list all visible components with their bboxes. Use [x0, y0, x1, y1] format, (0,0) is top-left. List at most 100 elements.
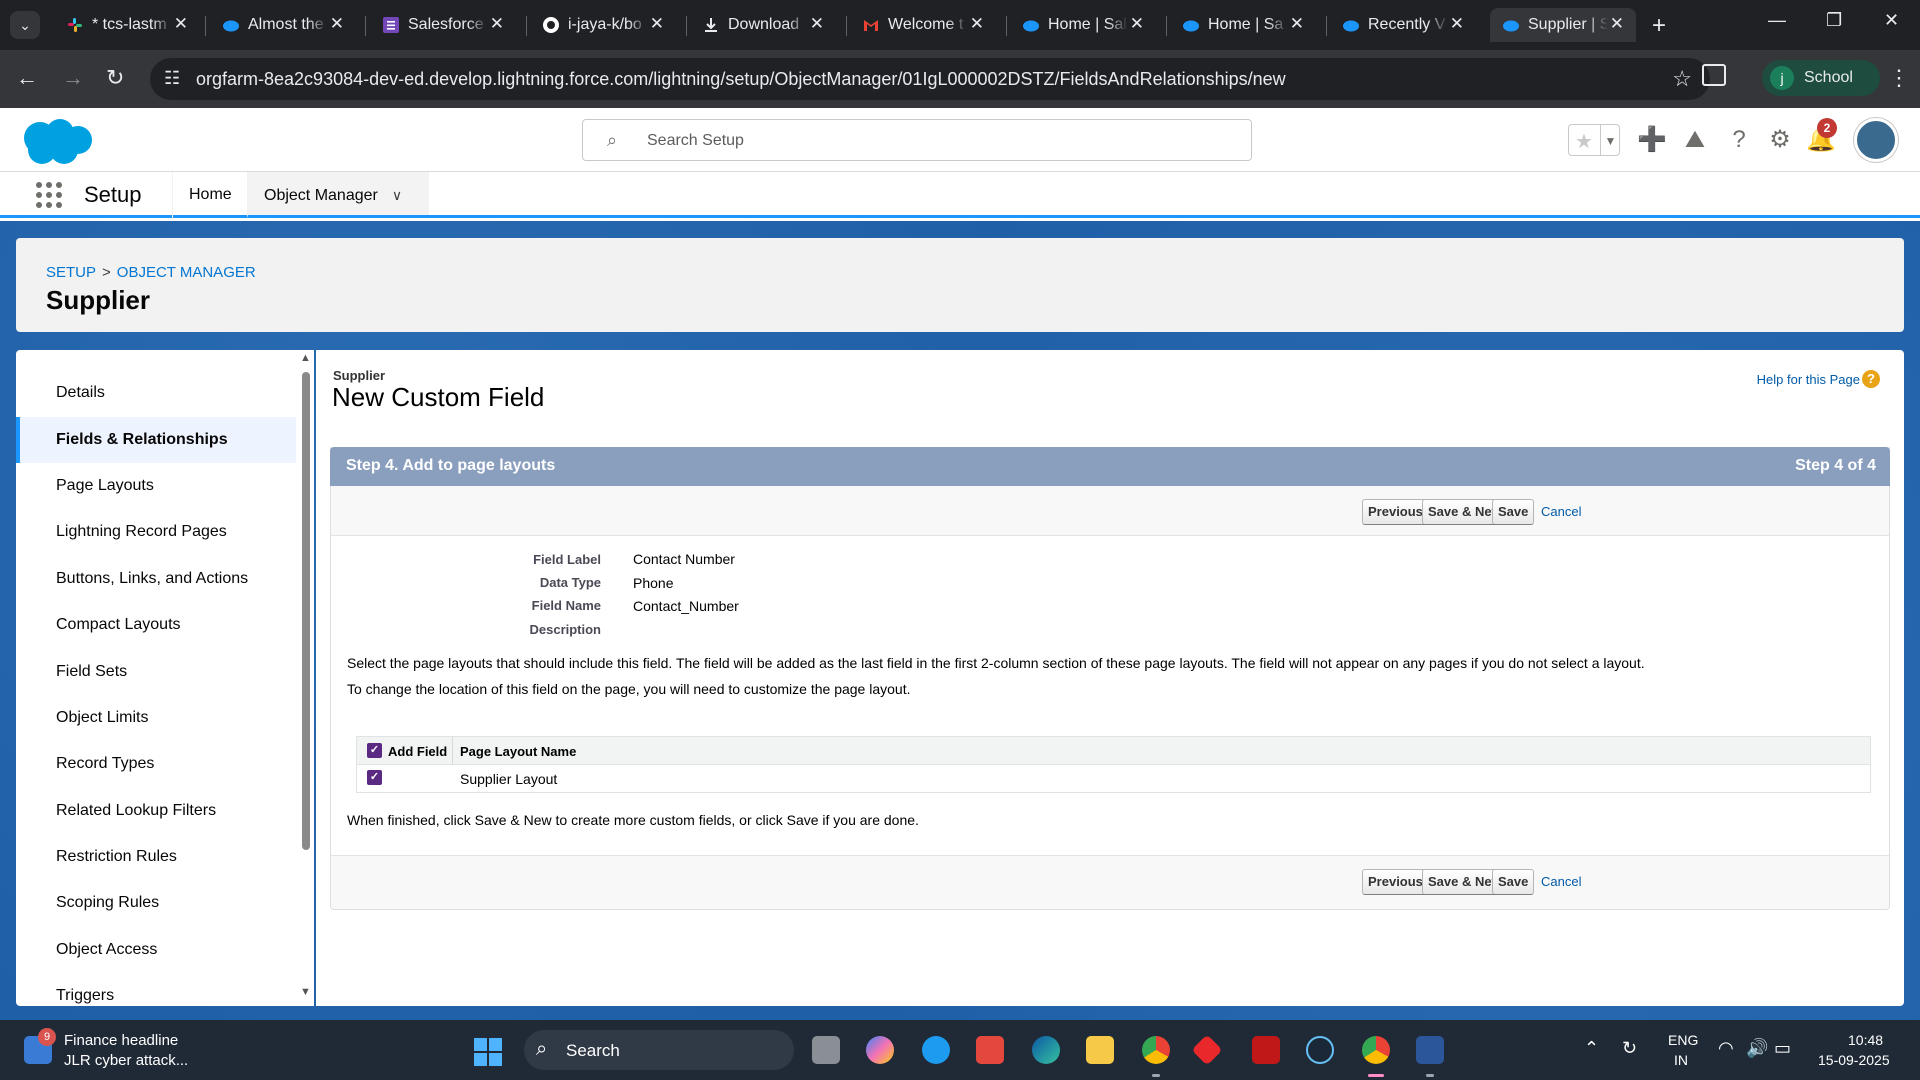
sync-icon[interactable]: ↻ [1622, 1038, 1637, 1059]
sidebar-item-object-access[interactable]: Object Access [16, 927, 296, 973]
edge-icon[interactable] [1032, 1036, 1060, 1064]
user-avatar[interactable] [1854, 118, 1898, 162]
setup-search-input[interactable] [647, 130, 1207, 152]
clock-date[interactable]: 15-09-2025 [1818, 1052, 1890, 1068]
sidebar-item-scoping-rules[interactable]: Scoping Rules [16, 880, 296, 926]
tab-close-icon[interactable]: ✕ [1450, 14, 1464, 34]
scroll-up-icon[interactable]: ▲ [300, 352, 311, 364]
help-app-icon[interactable] [922, 1036, 950, 1064]
global-actions-icon[interactable]: ➕ [1637, 126, 1667, 154]
language-region[interactable]: IN [1674, 1052, 1688, 1068]
save-button[interactable]: Save [1492, 499, 1535, 525]
url-text[interactable]: orgfarm-8ea2c93084-dev-ed.develop.lightn… [196, 69, 1286, 90]
cancel-link[interactable]: Cancel [1541, 504, 1581, 519]
favorites-dropdown-icon[interactable]: ▼ [1600, 125, 1620, 155]
salesforce-logo[interactable] [18, 116, 94, 168]
sidebar-item-field-sets[interactable]: Field Sets [16, 649, 296, 695]
extensions-icon[interactable] [1702, 64, 1726, 86]
back-icon[interactable]: ← [16, 65, 38, 91]
cancel-link[interactable]: Cancel [1541, 874, 1581, 889]
add-field-checkbox[interactable]: ✓ [367, 770, 382, 785]
tab-close-icon[interactable]: ✕ [1610, 14, 1624, 34]
bookmark-star-icon[interactable]: ☆ [1672, 66, 1692, 92]
browser-tab-active[interactable]: Supplier | S ✕ [1490, 8, 1636, 42]
favorites-group[interactable]: ★ ▼ [1568, 124, 1620, 156]
minimize-icon[interactable]: — [1768, 10, 1786, 31]
chrome-icon[interactable] [1142, 1036, 1170, 1064]
previous-button[interactable]: Previous [1362, 869, 1429, 895]
news-subtitle[interactable]: JLR cyber attack... [64, 1052, 188, 1069]
sidebar-item-details[interactable]: Details [16, 370, 296, 416]
battery-icon[interactable]: ▭ [1774, 1038, 1791, 1059]
browser-tab[interactable]: Salesforce ✕ [370, 8, 516, 42]
scrollbar-thumb[interactable] [302, 372, 310, 850]
word-icon[interactable] [1416, 1036, 1444, 1064]
help-question-icon[interactable]: ? [1862, 370, 1880, 388]
window-close-icon[interactable]: ✕ [1884, 10, 1899, 31]
volume-icon[interactable]: 🔊 [1746, 1038, 1768, 1059]
forward-icon[interactable]: → [62, 65, 84, 91]
tab-close-icon[interactable]: ✕ [650, 14, 664, 34]
tab-close-icon[interactable]: ✕ [174, 14, 188, 34]
sidebar-item-fields-relationships[interactable]: Fields & Relationships [16, 417, 296, 463]
setup-gear-icon[interactable]: ⚙ [1766, 126, 1794, 154]
windows-start-icon[interactable] [474, 1038, 502, 1066]
sidebar-item-triggers[interactable]: Triggers [16, 973, 296, 1006]
save-button[interactable]: Save [1492, 869, 1535, 895]
nav-object-manager[interactable]: Object Manager ∨ [247, 172, 429, 218]
sidebar-item-compact-layouts[interactable]: Compact Layouts [16, 602, 296, 648]
nav-home[interactable]: Home [172, 172, 248, 218]
url-field[interactable]: ☷ orgfarm-8ea2c93084-dev-ed.develop.ligh… [150, 58, 1710, 100]
browser-tab[interactable]: Download ✕ [690, 8, 836, 42]
tab-close-icon[interactable]: ✕ [1130, 14, 1144, 34]
app-icon[interactable] [976, 1036, 1004, 1064]
browser-tab[interactable]: Welcome t ✕ [850, 8, 996, 42]
sidebar-item-buttons-links-actions[interactable]: Buttons, Links, and Actions [16, 556, 296, 602]
task-view-icon[interactable] [812, 1036, 840, 1064]
reload-icon[interactable]: ↻ [106, 65, 124, 91]
sidebar-item-object-limits[interactable]: Object Limits [16, 695, 296, 741]
news-headline[interactable]: Finance headline [64, 1032, 178, 1049]
language-indicator[interactable]: ENG [1668, 1032, 1698, 1048]
browser-tab[interactable]: Home | Sal ✕ [1010, 8, 1156, 42]
browser-tab[interactable]: Home | Sa ✕ [1170, 8, 1316, 42]
help-icon[interactable]: ? [1725, 126, 1753, 154]
browser-tab[interactable]: Recently V ✕ [1330, 8, 1476, 42]
browser-tab[interactable]: i-jaya-k/bo ✕ [530, 8, 676, 42]
site-info-icon[interactable]: ☷ [164, 68, 180, 89]
sidebar-item-record-types[interactable]: Record Types [16, 741, 296, 787]
setup-search[interactable]: ⌕ [582, 119, 1252, 161]
mcafee-icon[interactable] [1252, 1036, 1280, 1064]
breadcrumb-setup[interactable]: SETUP [46, 264, 96, 281]
sidebar-item-related-lookup-filters[interactable]: Related Lookup Filters [16, 788, 296, 834]
steam-icon[interactable] [1306, 1036, 1334, 1064]
help-for-page-link[interactable]: Help for this Page [1757, 372, 1860, 387]
scroll-down-icon[interactable]: ▼ [300, 986, 311, 998]
favorites-star-icon[interactable]: ★ [1575, 129, 1593, 154]
tab-close-icon[interactable]: ✕ [970, 14, 984, 34]
tab-search-menu-button[interactable]: ⌄ [10, 11, 40, 39]
clock-time[interactable]: 10:48 [1848, 1032, 1883, 1048]
tab-close-icon[interactable]: ✕ [490, 14, 504, 34]
sidebar-scrollbar[interactable]: ▲ ▼ [298, 350, 314, 1006]
chrome-profile-icon[interactable] [1362, 1036, 1390, 1064]
taskbar-search[interactable]: ⌕ Search [524, 1030, 794, 1070]
app-launcher-icon[interactable] [36, 182, 62, 208]
browser-tab[interactable]: * tcs-lastm ✕ [54, 8, 200, 42]
restore-icon[interactable]: ❐ [1826, 10, 1842, 31]
tab-close-icon[interactable]: ✕ [810, 14, 824, 34]
browser-tab[interactable]: Almost the ✕ [210, 8, 356, 42]
breadcrumb-object-manager[interactable]: OBJECT MANAGER [117, 264, 256, 281]
chevron-down-icon[interactable]: ∨ [392, 187, 402, 203]
new-tab-button[interactable]: + [1652, 12, 1666, 40]
file-explorer-icon[interactable] [1086, 1036, 1114, 1064]
profile-button[interactable]: j School [1762, 60, 1880, 96]
select-all-checkbox[interactable]: ✓ [367, 743, 382, 758]
browser-menu-icon[interactable]: ⋮ [1888, 65, 1910, 91]
sidebar-item-restriction-rules[interactable]: Restriction Rules [16, 834, 296, 880]
show-hidden-icons-icon[interactable]: ⌃ [1584, 1038, 1599, 1059]
sidebar-item-page-layouts[interactable]: Page Layouts [16, 463, 296, 509]
previous-button[interactable]: Previous [1362, 499, 1429, 525]
trailhead-icon[interactable]: ⛰ [1681, 126, 1709, 154]
tab-close-icon[interactable]: ✕ [1290, 14, 1304, 34]
